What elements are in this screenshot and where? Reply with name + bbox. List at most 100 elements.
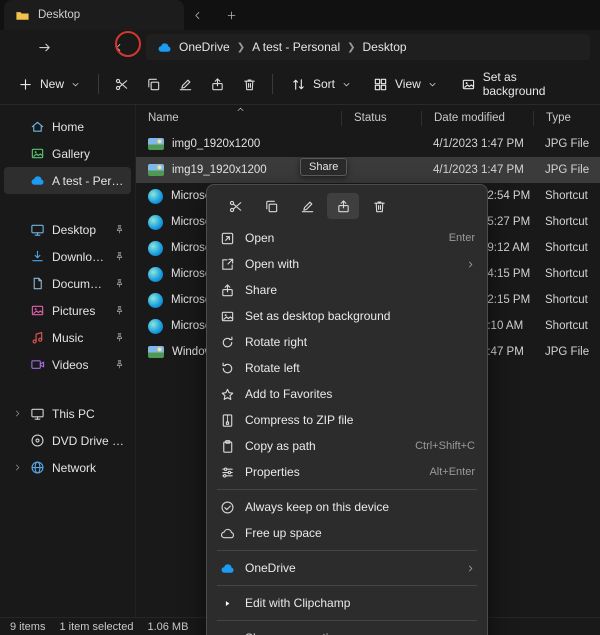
context-menu-icon-bar bbox=[211, 189, 483, 225]
forward-button[interactable] bbox=[30, 33, 58, 61]
rename-button[interactable] bbox=[291, 193, 323, 219]
context-menu-item-edit-with-clipchamp[interactable]: Edit with Clipchamp bbox=[211, 590, 483, 616]
chevron-right-icon: ❯ bbox=[347, 42, 355, 53]
image-thumbnail-icon bbox=[148, 346, 164, 358]
toolbar-divider bbox=[272, 74, 273, 94]
chevron-right-icon[interactable] bbox=[12, 463, 22, 472]
context-menu-item-set-as-desktop-background[interactable]: Set as desktop background bbox=[211, 303, 483, 329]
star-icon bbox=[219, 387, 235, 402]
sidebar-item-pictures[interactable]: Pictures bbox=[4, 297, 131, 324]
context-menu-item-onedrive[interactable]: OneDrive bbox=[211, 555, 483, 581]
zip-icon bbox=[219, 413, 235, 428]
context-menu-item-show-more-options[interactable]: Show more options bbox=[211, 625, 483, 635]
rotate-left-icon bbox=[219, 361, 235, 376]
sidebar-section-gap bbox=[0, 378, 135, 400]
context-menu-item-rotate-right[interactable]: Rotate right bbox=[211, 329, 483, 355]
new-tab-button[interactable] bbox=[218, 3, 244, 27]
cloud-icon bbox=[219, 526, 235, 541]
file-type: Shortcut bbox=[533, 216, 600, 228]
delete-button[interactable] bbox=[363, 193, 395, 219]
copy-icon bbox=[146, 77, 161, 92]
file-type: Shortcut bbox=[533, 294, 600, 306]
sidebar-item-gallery[interactable]: Gallery bbox=[4, 140, 131, 167]
sidebar-item-label: A test - Personal bbox=[52, 174, 125, 188]
table-row-selected[interactable]: img19_1920x1200 4/1/2023 1:47 PM JPG Fil… bbox=[136, 157, 600, 183]
set-as-background-label: Set as background bbox=[483, 70, 582, 98]
tab-bar: Desktop bbox=[0, 0, 600, 30]
video-icon bbox=[29, 357, 45, 372]
trash-icon bbox=[242, 77, 257, 92]
context-menu-item-free-up-space[interactable]: Free up space bbox=[211, 520, 483, 546]
check-circle-icon bbox=[219, 500, 235, 515]
context-menu-item-share[interactable]: Share bbox=[211, 277, 483, 303]
folder-icon bbox=[14, 8, 30, 23]
breadcrumb-middle[interactable]: A test - Personal bbox=[252, 40, 340, 54]
menu-separator bbox=[217, 620, 477, 621]
share-button[interactable] bbox=[202, 69, 232, 99]
cut-button[interactable] bbox=[219, 193, 251, 219]
rename-icon bbox=[300, 199, 315, 214]
open-with-icon bbox=[219, 257, 235, 272]
download-icon bbox=[29, 249, 45, 264]
onedrive-cloud-icon bbox=[219, 561, 235, 576]
sidebar-item-label: Pictures bbox=[52, 304, 95, 318]
context-menu-item-compress-to-zip[interactable]: Compress to ZIP file bbox=[211, 407, 483, 433]
context-menu-item-copy-as-path[interactable]: Copy as path Ctrl+Shift+C bbox=[211, 433, 483, 459]
navigation-bar: OneDrive ❯ A test - Personal ❯ Desktop bbox=[0, 30, 600, 64]
context-menu-item-add-to-favorites[interactable]: Add to Favorites bbox=[211, 381, 483, 407]
cut-button[interactable] bbox=[107, 69, 137, 99]
sidebar-item-dvd-drive[interactable]: DVD Drive (D:) CCC bbox=[4, 427, 131, 454]
sidebar-item-this-pc[interactable]: This PC bbox=[4, 400, 131, 427]
copy-button[interactable] bbox=[255, 193, 287, 219]
sidebar-item-desktop[interactable]: Desktop bbox=[4, 216, 131, 243]
context-menu-item-open[interactable]: Open Enter bbox=[211, 225, 483, 251]
music-icon bbox=[29, 330, 45, 345]
breadcrumb-leaf[interactable]: Desktop bbox=[363, 40, 407, 54]
sidebar-item-network[interactable]: Network bbox=[4, 454, 131, 481]
breadcrumb-root[interactable]: OneDrive bbox=[179, 40, 230, 54]
rename-button[interactable] bbox=[171, 69, 201, 99]
column-header-date-modified[interactable]: Date modified bbox=[421, 111, 533, 126]
sidebar-item-label: DVD Drive (D:) CCC bbox=[52, 434, 125, 448]
column-header-type[interactable]: Type bbox=[533, 111, 600, 126]
delete-button[interactable] bbox=[234, 69, 264, 99]
new-button-label: New bbox=[40, 77, 64, 91]
table-row[interactable]: img0_1920x1200 4/1/2023 1:47 PM JPG File bbox=[136, 131, 600, 157]
recent-locations-button[interactable] bbox=[104, 33, 132, 61]
context-menu-item-rotate-left[interactable]: Rotate left bbox=[211, 355, 483, 381]
sidebar-item-documents[interactable]: Documents bbox=[4, 270, 131, 297]
chevron-left-icon bbox=[192, 10, 203, 21]
chevron-down-icon bbox=[342, 80, 351, 89]
sidebar-item-label: Gallery bbox=[52, 147, 90, 161]
sidebar-item-home[interactable]: Home bbox=[4, 113, 131, 140]
share-icon bbox=[210, 77, 225, 92]
tab-scroll-left-button[interactable] bbox=[184, 3, 210, 27]
sidebar-item-downloads[interactable]: Downloads bbox=[4, 243, 131, 270]
context-menu-item-always-keep-on-device[interactable]: Always keep on this device bbox=[211, 494, 483, 520]
disc-icon bbox=[29, 433, 45, 448]
address-bar[interactable]: OneDrive ❯ A test - Personal ❯ Desktop bbox=[146, 34, 590, 60]
share-button[interactable] bbox=[327, 193, 359, 219]
chevron-right-icon[interactable] bbox=[12, 409, 22, 418]
file-type: JPG File bbox=[533, 138, 600, 150]
copy-button[interactable] bbox=[139, 69, 169, 99]
pin-icon bbox=[114, 332, 125, 343]
picture-icon bbox=[29, 303, 45, 318]
sidebar-item-onedrive-personal[interactable]: A test - Personal bbox=[4, 167, 131, 194]
scissors-icon bbox=[114, 77, 129, 92]
sort-button[interactable]: Sort bbox=[281, 69, 361, 99]
view-button[interactable]: View bbox=[363, 69, 447, 99]
chevron-left-icon bbox=[113, 42, 124, 53]
column-header-status[interactable]: Status bbox=[341, 111, 421, 126]
image-thumbnail-icon bbox=[148, 138, 164, 150]
sidebar-item-music[interactable]: Music bbox=[4, 324, 131, 351]
edge-shortcut-icon bbox=[148, 215, 163, 230]
context-menu-item-open-with[interactable]: Open with bbox=[211, 251, 483, 277]
sidebar-item-videos[interactable]: Videos bbox=[4, 351, 131, 378]
edge-shortcut-icon bbox=[148, 267, 163, 282]
set-as-background-button[interactable]: Set as background bbox=[451, 69, 592, 99]
context-menu-item-properties[interactable]: Properties Alt+Enter bbox=[211, 459, 483, 485]
sort-icon bbox=[291, 77, 306, 92]
new-button[interactable]: New bbox=[8, 69, 90, 99]
explorer-tab[interactable]: Desktop bbox=[4, 0, 184, 30]
